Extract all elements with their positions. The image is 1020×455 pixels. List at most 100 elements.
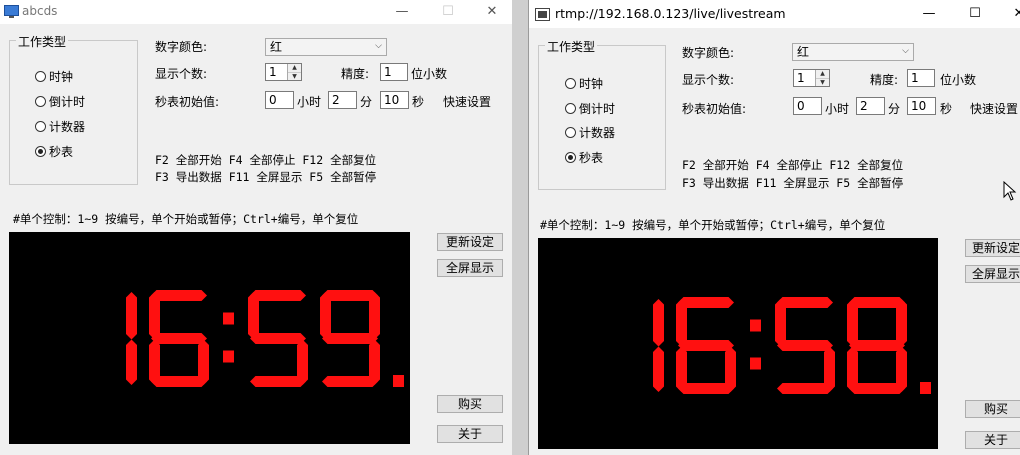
digit-segment-f xyxy=(847,299,858,347)
buy-button[interactable]: 购买 xyxy=(437,395,503,413)
select-value: 红 xyxy=(797,45,810,59)
update-settings-button[interactable]: 更新设定 xyxy=(965,239,1020,257)
seven-segment-digits xyxy=(653,297,931,394)
app-window-right[interactable]: rtmp://192.168.0.123/live/livestream — ☐… xyxy=(528,0,1020,455)
spin-up-icon[interactable]: ▲ xyxy=(816,70,829,79)
update-settings-button[interactable]: 更新设定 xyxy=(437,233,503,251)
seconds-unit: 秒 xyxy=(412,95,425,109)
digit-segment-c xyxy=(653,346,664,392)
digit-segment-f xyxy=(320,292,331,340)
precision-suffix: 位小数 xyxy=(940,73,977,87)
timer-display xyxy=(9,232,410,444)
digit-segment-c xyxy=(369,339,380,385)
quick-set-link[interactable]: 快速设置 xyxy=(970,100,1018,117)
maximize-button[interactable]: ☐ xyxy=(426,0,470,24)
precision-field[interactable]: 1 xyxy=(907,69,935,87)
spin-buttons[interactable]: ▲ ▼ xyxy=(287,64,301,80)
decimal-point xyxy=(920,382,931,394)
field-value: 1 xyxy=(384,65,392,79)
precision-field[interactable]: 1 xyxy=(380,63,408,81)
single-control-hint: #单个控制：1~9 按编号，单个开始或暂停；Ctrl+编号，单个复位 xyxy=(540,218,886,232)
video-window-icon xyxy=(535,8,550,21)
minutes-unit: 分 xyxy=(888,102,901,116)
about-button[interactable]: 关于 xyxy=(965,431,1020,449)
radio-circle-checked[interactable] xyxy=(565,151,576,163)
radio-clock[interactable]: 时钟 xyxy=(565,75,603,91)
display-count-spinbox[interactable]: 1 ▲ ▼ xyxy=(265,63,302,81)
spin-down-icon[interactable]: ▼ xyxy=(288,73,301,81)
radio-circle[interactable] xyxy=(565,126,576,138)
digit-color-select[interactable]: 红 ⌵ xyxy=(792,43,914,61)
title-bar[interactable]: abcds — ☐ ✕ xyxy=(0,0,512,24)
work-type-group: 工作类型 xyxy=(538,38,666,190)
minutes-field[interactable]: 2 xyxy=(328,91,357,109)
spin-value: 1 xyxy=(269,65,277,79)
colon-dot-top xyxy=(223,312,234,325)
seconds-field[interactable]: 10 xyxy=(907,97,936,115)
digit-segment-g xyxy=(678,340,734,351)
radio-circle-checked[interactable] xyxy=(35,145,46,157)
digit-segment-f xyxy=(248,292,259,340)
radio-circle[interactable] xyxy=(565,77,576,89)
radio-counter[interactable]: 计数器 xyxy=(35,118,85,134)
spin-up-icon[interactable]: ▲ xyxy=(288,64,301,73)
title-bar[interactable]: rtmp://192.168.0.123/live/livestream — ☐… xyxy=(529,0,1020,28)
timer-display xyxy=(538,238,938,449)
digit-segment-c xyxy=(126,339,137,385)
minimize-button[interactable]: — xyxy=(380,0,424,24)
digit-segment-b xyxy=(896,299,907,347)
close-button[interactable]: ✕ xyxy=(997,0,1020,28)
display-count-label: 显示个数: xyxy=(682,73,735,87)
radio-label: 计数器 xyxy=(49,119,86,134)
radio-stopwatch[interactable]: 秒表 xyxy=(35,143,73,159)
seconds-field[interactable]: 10 xyxy=(380,91,409,109)
radio-circle[interactable] xyxy=(35,70,46,82)
minimize-button[interactable]: — xyxy=(907,0,951,28)
field-value: 10 xyxy=(384,93,400,107)
about-button[interactable]: 关于 xyxy=(437,425,503,443)
select-value: 红 xyxy=(270,40,283,54)
hours-field[interactable]: 0 xyxy=(265,91,294,109)
seven-segment-digits xyxy=(126,290,404,387)
digit-segment-e xyxy=(676,346,687,392)
digit-color-label: 数字颜色: xyxy=(682,46,735,60)
radio-label: 倒计时 xyxy=(579,101,616,116)
radio-stopwatch[interactable]: 秒表 xyxy=(565,149,603,165)
radio-label: 计数器 xyxy=(579,125,616,140)
radio-label: 秒表 xyxy=(579,150,604,165)
radio-circle[interactable] xyxy=(35,120,46,132)
digit-segment-b xyxy=(653,299,664,347)
radio-countdown[interactable]: 倒计时 xyxy=(35,93,85,109)
hotkeys-line-1: F2 全部开始 F4 全部停止 F12 全部复位 xyxy=(682,158,904,172)
radio-circle[interactable] xyxy=(565,102,576,114)
digit-color-select[interactable]: 红 ⌵ xyxy=(265,38,387,56)
radio-counter[interactable]: 计数器 xyxy=(565,124,615,140)
field-value: 0 xyxy=(797,99,805,113)
digit-segment-g xyxy=(849,340,905,351)
mouse-cursor-icon xyxy=(1003,181,1017,201)
fullscreen-button[interactable]: 全屏显示 xyxy=(965,265,1020,283)
radio-clock[interactable]: 时钟 xyxy=(35,68,73,84)
stopwatch-init-label: 秒表初始值: xyxy=(155,95,220,109)
buy-button[interactable]: 购买 xyxy=(965,400,1020,418)
spin-buttons[interactable]: ▲ ▼ xyxy=(815,70,829,86)
digit-segment-g xyxy=(250,333,306,344)
hours-field[interactable]: 0 xyxy=(793,97,822,115)
group-legend: 工作类型 xyxy=(545,38,598,55)
radio-countdown[interactable]: 倒计时 xyxy=(565,100,615,116)
radio-circle[interactable] xyxy=(35,95,46,107)
close-button[interactable]: ✕ xyxy=(470,0,512,24)
fullscreen-button[interactable]: 全屏显示 xyxy=(437,259,503,277)
maximize-button[interactable]: ☐ xyxy=(953,0,997,28)
display-count-spinbox[interactable]: 1 ▲ ▼ xyxy=(793,69,830,87)
digit-segment-g xyxy=(777,340,833,351)
spin-down-icon[interactable]: ▼ xyxy=(816,79,829,87)
hours-unit: 小时 xyxy=(825,102,850,116)
app-window-left[interactable]: abcds — ☐ ✕ 工作类型 时钟 倒计时 计数器 秒表 数字颜色: 红 ⌵ … xyxy=(0,0,512,455)
minutes-field[interactable]: 2 xyxy=(856,97,885,115)
digit-segment-b xyxy=(126,292,137,340)
precision-label: 精度: xyxy=(341,67,370,81)
chevron-down-icon: ⌵ xyxy=(902,46,909,56)
digit-segment-c xyxy=(896,346,907,392)
quick-set-link[interactable]: 快速设置 xyxy=(443,93,491,110)
